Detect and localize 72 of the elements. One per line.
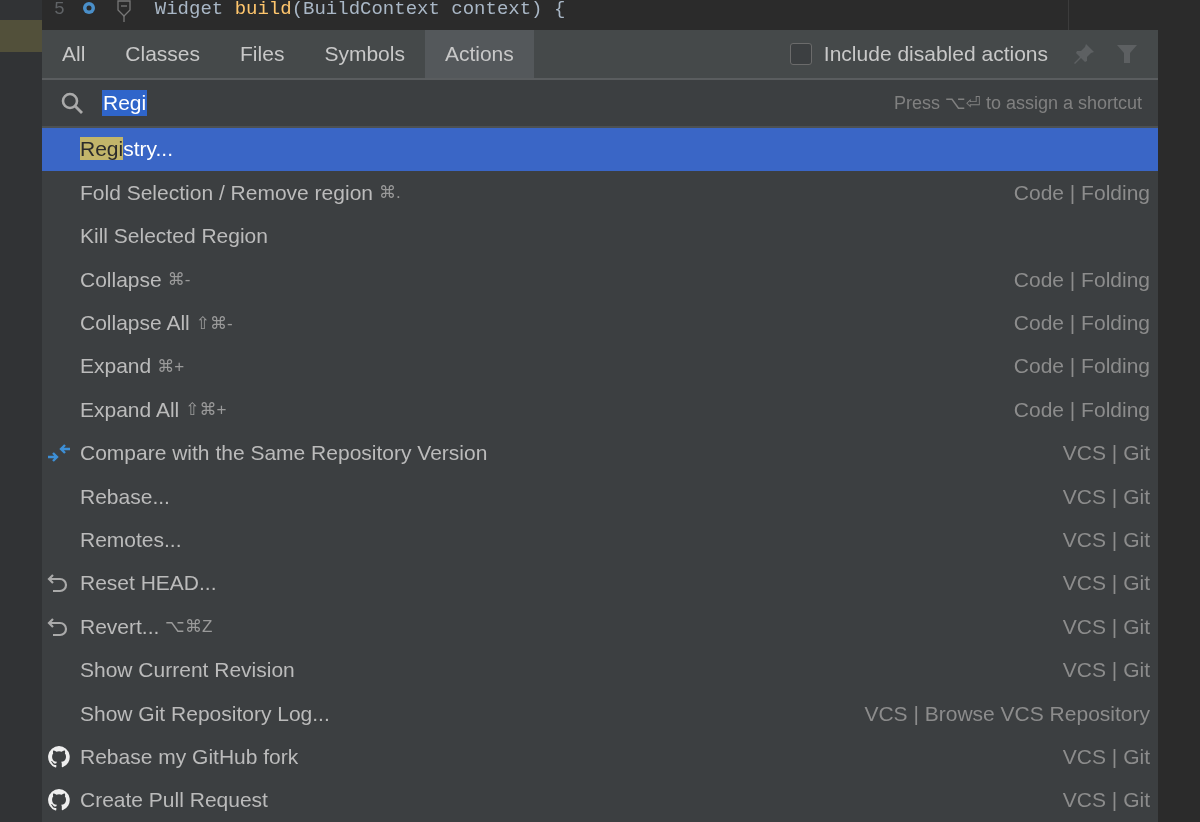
action-item[interactable]: Expand All ⇧⌘+ Code | Folding [42, 388, 1158, 432]
action-item[interactable]: Kill Selected Region [42, 214, 1158, 258]
search-field[interactable]: Regi [102, 85, 895, 120]
tab[interactable]: Files [220, 30, 305, 78]
action-item[interactable]: Create Pull Request VCS | Git [42, 778, 1158, 822]
action-item[interactable]: Rebase my GitHub fork VCS | Git [42, 735, 1158, 779]
github-icon [47, 744, 71, 769]
action-name: Expand All [80, 397, 180, 422]
undo-icon [47, 572, 69, 595]
category-text: VCS | Git [1062, 614, 1150, 639]
action-name: Fold Selection / Remove region [80, 180, 373, 205]
action-item[interactable]: Registry... [42, 127, 1158, 172]
category-text: VCS | Git [1062, 441, 1150, 466]
action-item[interactable]: Collapse ⌘- Code | Folding [42, 257, 1158, 302]
code-line: Widget build(BuildContext context) { [154, 0, 566, 18]
fold-icon [116, 0, 131, 22]
category-text: Code | Folding [1013, 354, 1150, 379]
checkbox[interactable] [789, 43, 812, 65]
action-name: Create Pull Request [80, 788, 268, 813]
action-name: Kill Selected Region [80, 224, 268, 249]
category-text: Code | Folding [1013, 180, 1150, 205]
category-text: VCS | Git [1062, 788, 1150, 813]
category-text: Code | Folding [1013, 311, 1150, 335]
action-item[interactable]: Expand ⌘+ Code | Folding [42, 344, 1158, 389]
shortcut-text: ⌘. [379, 182, 401, 204]
shortcut-text: ⇧⌘- [195, 312, 233, 334]
action-item[interactable]: Compare with the Same Repository Version VCS | Git [42, 431, 1158, 475]
category-text: Code | Folding [1013, 267, 1150, 292]
action-name: Collapse [80, 267, 162, 292]
category-text: VCS | Git [1062, 527, 1150, 552]
category-text: VCS | Git [1062, 744, 1150, 769]
shortcut-text: ⇧⌘+ [185, 399, 227, 421]
action-item[interactable]: Show Current Revision VCS | Git [42, 648, 1158, 692]
action-item[interactable]: Show Git Repository Log... VCS | Browse VCS Repository [42, 691, 1158, 736]
action-item[interactable]: Revert... ⌥⌘Z VCS | Git [42, 605, 1158, 649]
category-text: VCS | Git [1062, 658, 1150, 683]
action-item[interactable]: Collapse All ⇧⌘- Code | Folding [42, 301, 1158, 345]
filter-icon[interactable] [1116, 43, 1138, 65]
action-name: Show Current Revision [80, 658, 295, 683]
category-text: VCS | Git [1062, 571, 1150, 596]
action-item[interactable]: Fold Selection / Remove region ⌘. Code | Folding [42, 171, 1158, 215]
action-name: Compare with the Same Repository Version [80, 441, 488, 466]
shortcut-text: ⌘- [167, 269, 191, 291]
tab[interactable]: All [42, 30, 106, 78]
action-item[interactable]: Rebase... VCS | Git [42, 474, 1158, 519]
action-item[interactable]: Reset HEAD... VCS | Git [42, 561, 1158, 606]
shortcut-text: ⌥⌘Z [165, 616, 213, 638]
action-name: Registry... [80, 137, 173, 162]
action-name: Rebase my GitHub fork [80, 744, 299, 769]
action-name: Reset HEAD... [80, 571, 217, 596]
current-line-highlight [0, 20, 42, 52]
action-item[interactable]: Remotes... VCS | Git [42, 518, 1158, 562]
shortcut-text: ⌘+ [157, 355, 185, 377]
tab[interactable]: Actions [424, 30, 534, 78]
github-icon [47, 788, 71, 813]
action-name: Revert... [80, 614, 160, 639]
hint-text: Press ⌥⏎ to assign a shortcut [894, 91, 1142, 114]
pin-icon[interactable] [1072, 42, 1096, 66]
category-text: VCS | Git [1062, 484, 1150, 509]
category-text: Code | Folding [1013, 397, 1150, 422]
line-number: 5 [54, 0, 65, 18]
action-name: Expand [80, 354, 152, 379]
undo-icon [47, 615, 69, 638]
action-name: Show Git Repository Log... [80, 701, 330, 726]
search-icon [60, 90, 84, 115]
action-name: Rebase... [80, 484, 170, 509]
category-text: VCS | Browse VCS Repository [864, 701, 1150, 726]
checkbox-label[interactable]: Include disabled actions [823, 42, 1048, 66]
tab[interactable]: Symbols [304, 30, 425, 78]
action-name: Remotes... [80, 527, 182, 552]
action-name: Collapse All [80, 311, 190, 335]
tab[interactable]: Classes [105, 30, 221, 78]
